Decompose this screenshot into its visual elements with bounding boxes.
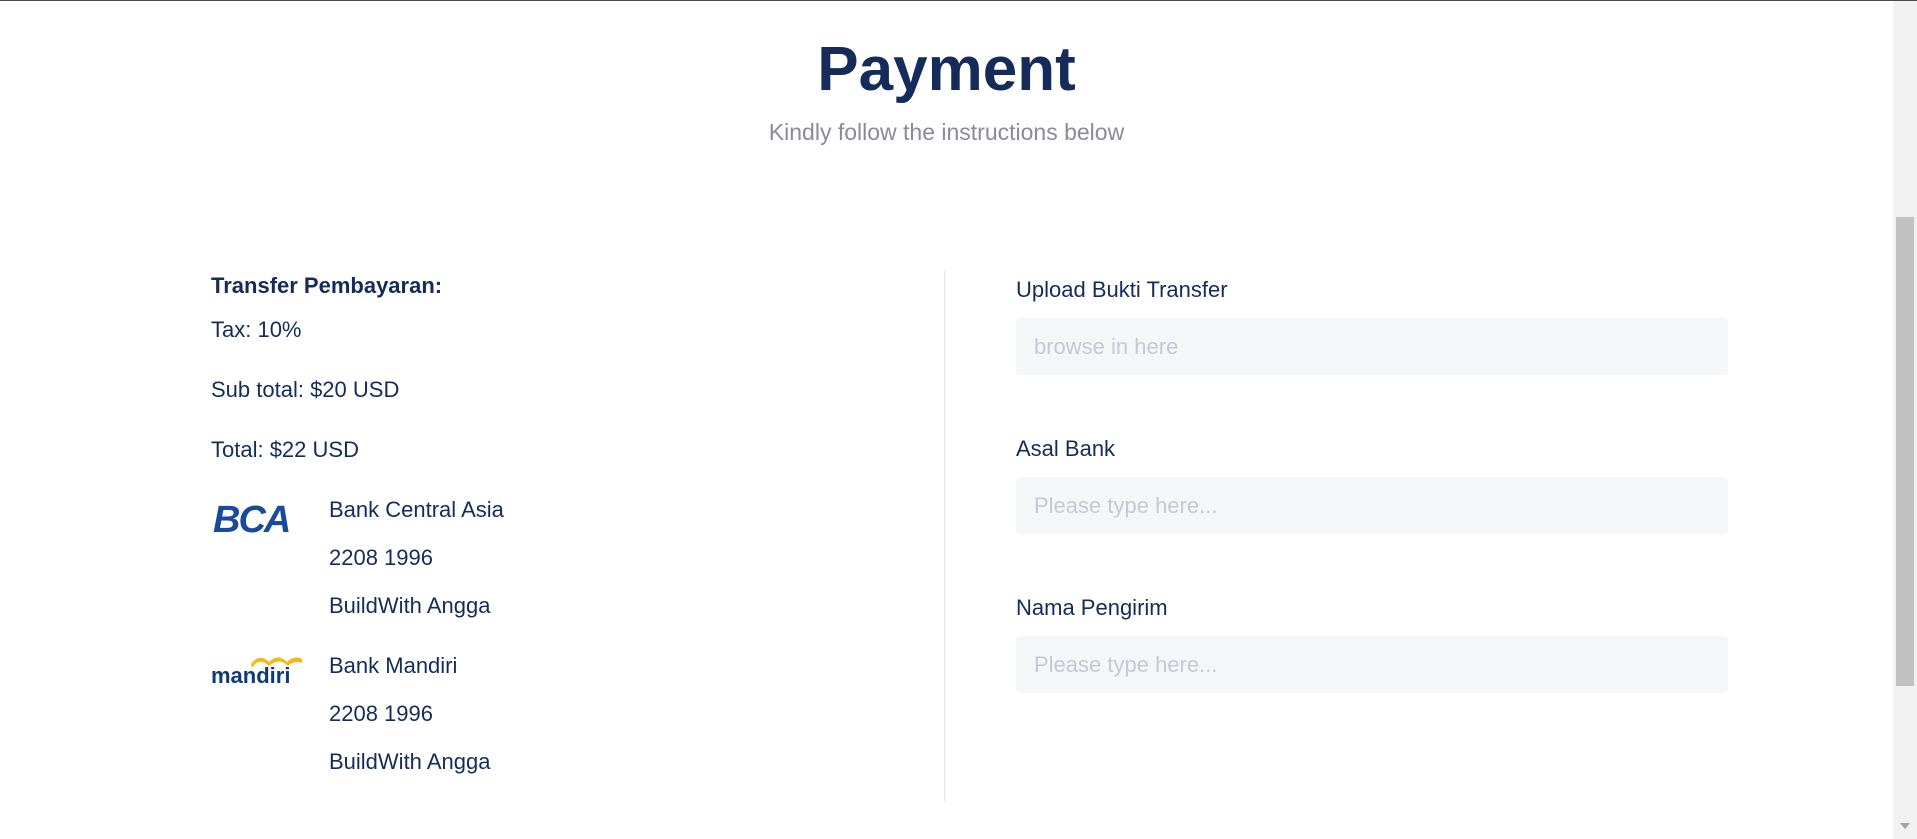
sender-field: Nama Pengirim [1016, 592, 1728, 693]
payment-summary: Transfer Pembayaran: Tax: 10% Sub total:… [211, 270, 911, 774]
mandiri-logo: mandiri [211, 650, 303, 698]
upload-label: Upload Bukti Transfer [1016, 277, 1228, 302]
account-name: BuildWith Angga [329, 593, 491, 618]
mandiri-details: Bank Mandiri 2208 1996 BuildWith Angga [329, 650, 490, 794]
bank-name: Bank Mandiri [329, 653, 458, 678]
sender-label: Nama Pengirim [1016, 595, 1168, 620]
bca-details: Bank Central Asia 2208 1996 BuildWith An… [329, 494, 504, 638]
tax-line: Tax: 10% [211, 317, 302, 342]
vertical-scrollbar[interactable] [1893, 1, 1917, 839]
bank-name: Bank Central Asia [329, 497, 504, 522]
subtotal-line: Sub total: $20 USD [211, 377, 400, 402]
bank-label: Asal Bank [1016, 436, 1116, 461]
account-number: 2208 1996 [329, 701, 433, 726]
total-line: Total: $22 USD [211, 437, 359, 462]
svg-text:mandiri: mandiri [211, 663, 290, 688]
upload-field: Upload Bukti Transfer [1016, 274, 1728, 375]
account-name: BuildWith Angga [329, 749, 491, 774]
scrollbar-thumb[interactable] [1896, 217, 1914, 686]
bank-field: Asal Bank [1016, 433, 1728, 534]
page-header: Payment Kindly follow the instructions b… [0, 32, 1893, 146]
page-title: Payment [817, 35, 1076, 104]
svg-text:BCA: BCA [213, 499, 289, 541]
transfer-heading: Transfer Pembayaran: [211, 273, 443, 298]
page-subtitle: Kindly follow the instructions below [768, 119, 1125, 145]
upload-input[interactable] [1016, 318, 1728, 375]
sender-input[interactable] [1016, 636, 1728, 693]
bank-input[interactable] [1016, 477, 1728, 534]
scroll-down-arrow-icon[interactable] [1900, 823, 1910, 829]
bca-logo: BCA [211, 494, 303, 542]
payment-page: Payment Kindly follow the instructions b… [0, 0, 1893, 839]
column-divider [944, 270, 945, 801]
account-number: 2208 1996 [329, 545, 433, 570]
